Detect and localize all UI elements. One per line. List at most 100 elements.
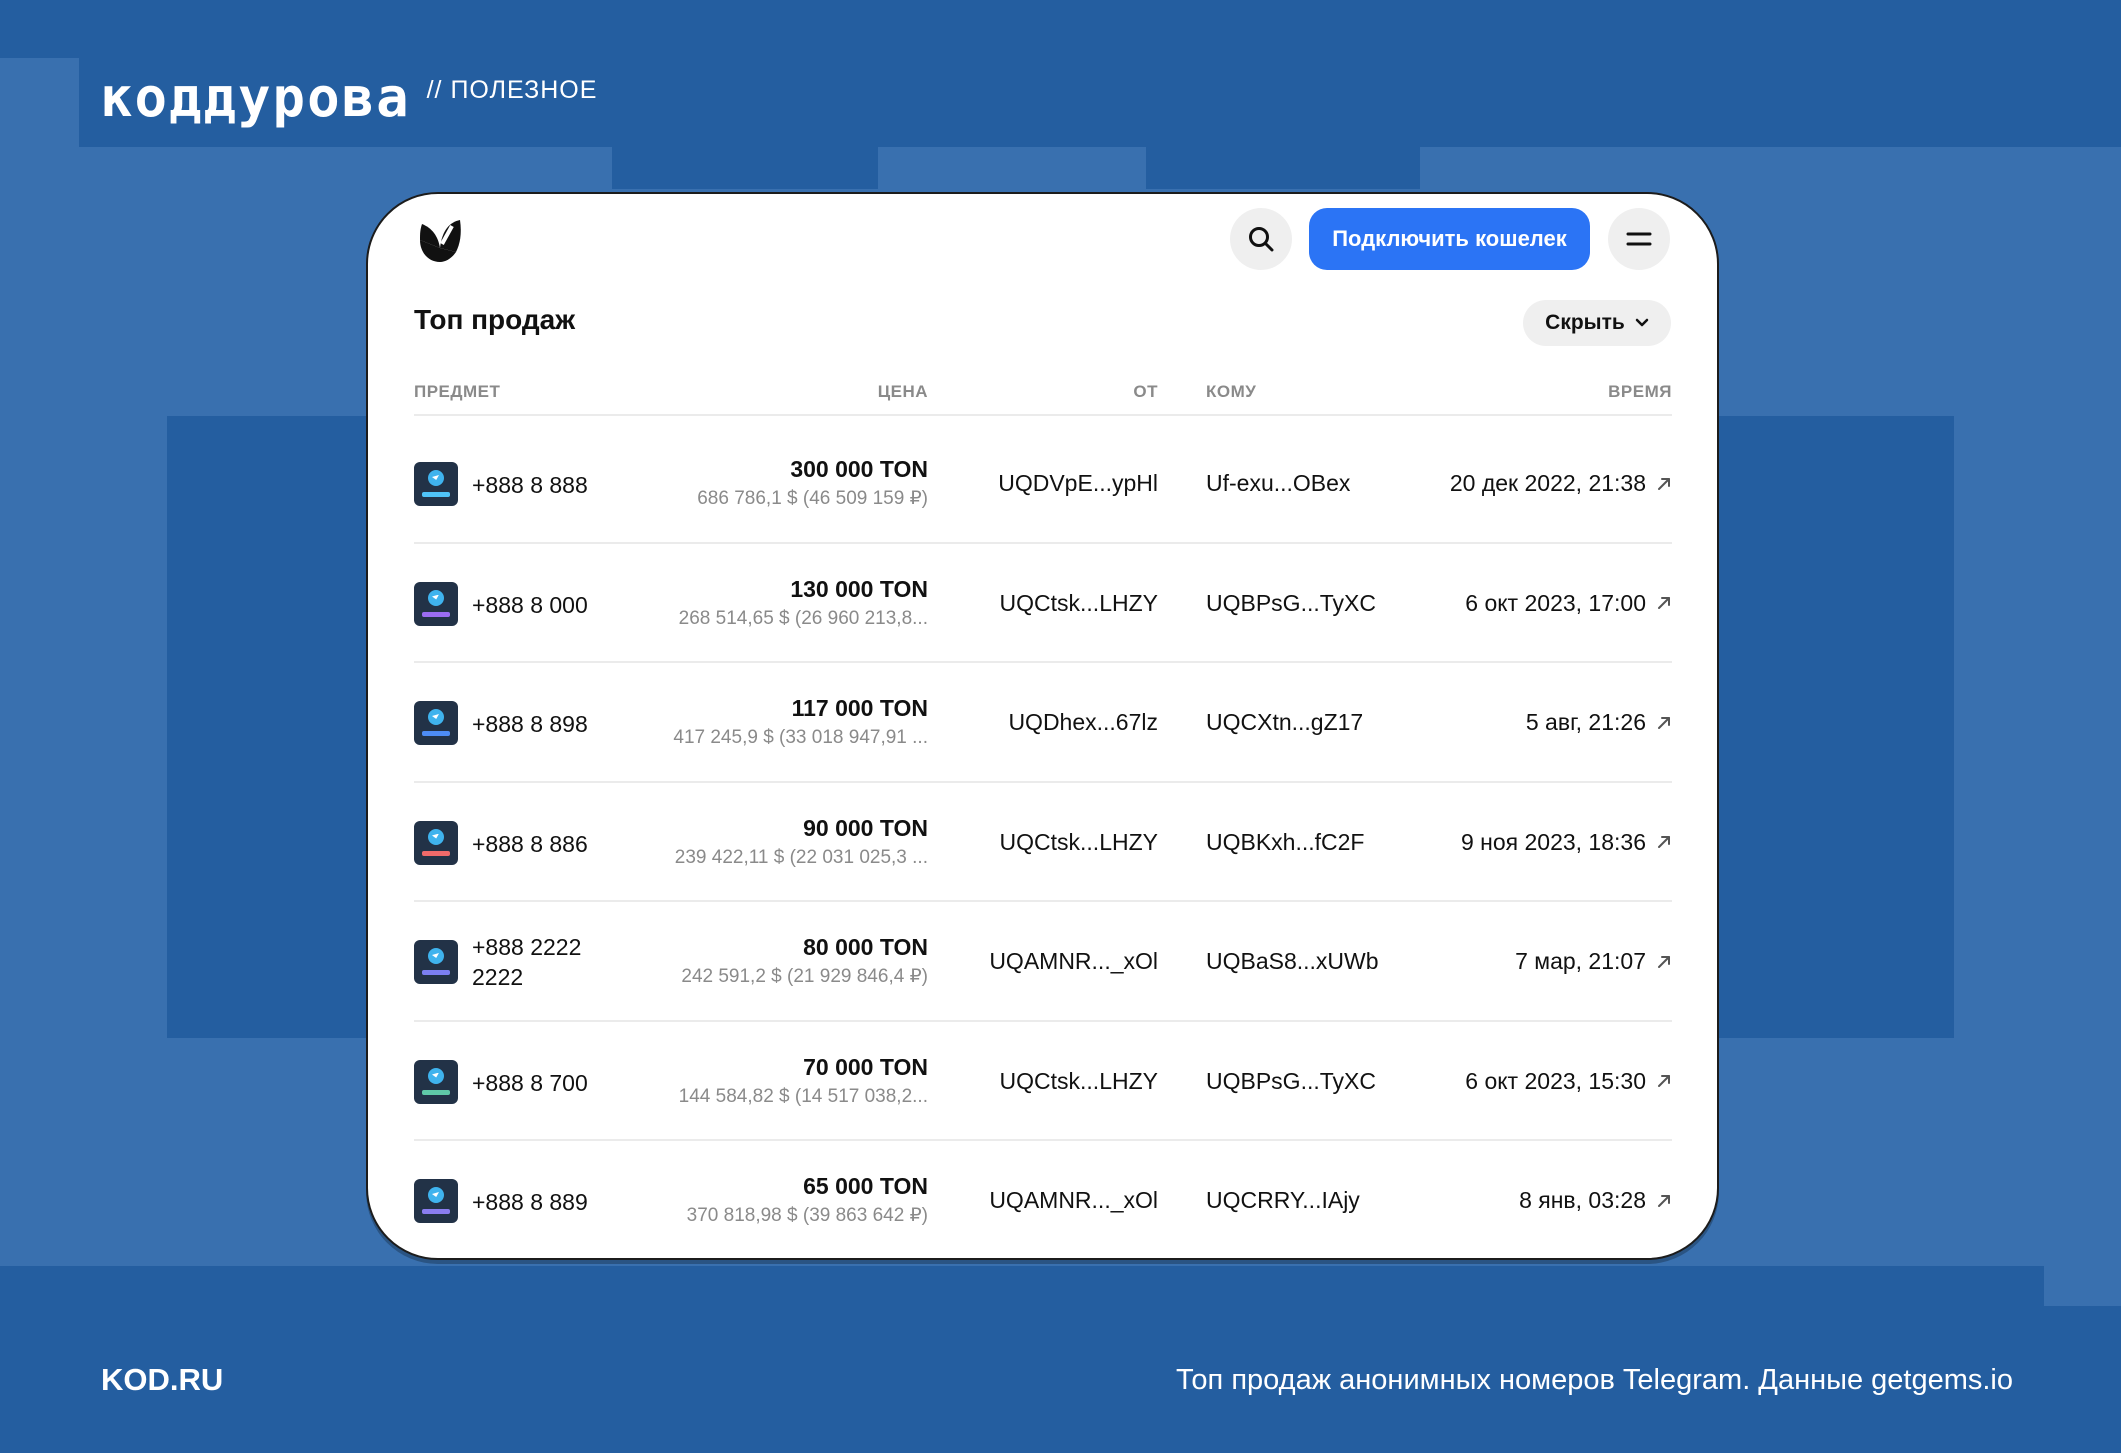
getgems-logo-icon[interactable] bbox=[412, 212, 468, 268]
bg-decoration bbox=[1954, 416, 2121, 1038]
telegram-logo-icon bbox=[428, 589, 444, 606]
time-cell[interactable]: 7 мар, 21:07 bbox=[1515, 948, 1672, 975]
price-cell: 80 000 TON 242 591,2 $ (21 929 846,4 ₽) bbox=[681, 932, 928, 992]
header-item[interactable]: ПРЕДМЕТ bbox=[414, 382, 500, 402]
telegram-logo-icon bbox=[428, 948, 444, 964]
price-cell: 117 000 TON 417 245,9 $ (33 018 947,91 .… bbox=[673, 693, 928, 753]
sale-time: 6 окт 2023, 15:30 bbox=[1465, 1067, 1646, 1094]
bg-decoration bbox=[700, 1266, 976, 1306]
bg-decoration bbox=[0, 147, 612, 189]
page-title: Топ продаж bbox=[414, 304, 576, 335]
to-address[interactable]: UQCRRY...IAjy bbox=[1206, 1187, 1360, 1214]
price-fiat: 144 584,82 $ (14 517 038,2... bbox=[678, 1085, 928, 1107]
table-row[interactable]: +888 8 889 65 000 TON 370 818,98 $ (39 8… bbox=[414, 1141, 1672, 1261]
number-plate bbox=[422, 492, 450, 497]
item-name[interactable]: +888 8 700 bbox=[472, 1068, 612, 1098]
menu-icon bbox=[1626, 232, 1652, 246]
item-name[interactable]: +888 8 000 bbox=[472, 590, 612, 620]
price-ton: 70 000 TON bbox=[803, 1053, 928, 1080]
to-address[interactable]: UQBaS8...xUWb bbox=[1206, 948, 1379, 975]
telegram-logo-icon bbox=[428, 470, 444, 486]
number-plate bbox=[422, 850, 450, 856]
search-button[interactable] bbox=[1230, 208, 1292, 270]
external-link-arrow-icon[interactable] bbox=[1656, 715, 1672, 731]
table-row[interactable]: +888 8 700 70 000 TON 144 584,82 $ (14 5… bbox=[414, 1022, 1672, 1141]
header-from[interactable]: ОТ bbox=[1133, 382, 1158, 402]
time-cell[interactable]: 20 дек 2022, 21:38 bbox=[1450, 470, 1672, 497]
to-address[interactable]: UQBPsG...TyXC bbox=[1206, 1068, 1376, 1095]
item-name[interactable]: +888 8 886 bbox=[472, 829, 612, 859]
price-cell: 90 000 TON 239 422,11 $ (22 031 025,3 ..… bbox=[675, 813, 928, 873]
connect-wallet-button[interactable]: Подключить кошелек bbox=[1309, 208, 1590, 270]
item-name[interactable]: +888 8 889 bbox=[472, 1187, 612, 1217]
number-plate bbox=[422, 1089, 450, 1095]
table-row[interactable]: +888 8 898 117 000 TON 417 245,9 $ (33 0… bbox=[414, 663, 1672, 783]
external-link-arrow-icon[interactable] bbox=[1656, 476, 1672, 492]
price-cell: 70 000 TON 144 584,82 $ (14 517 038,2... bbox=[679, 1052, 928, 1112]
time-cell[interactable]: 6 окт 2023, 17:00 bbox=[1465, 590, 1672, 617]
hide-button-label: Скрыть bbox=[1545, 311, 1625, 334]
header-time[interactable]: ВРЕМЯ bbox=[1608, 382, 1672, 402]
sales-table-body: +888 8 888 300 000 TON 686 786,1 $ (46 5… bbox=[414, 424, 1672, 1261]
table-row[interactable]: +888 8 886 90 000 TON 239 422,11 $ (22 0… bbox=[414, 783, 1672, 902]
price-fiat: 239 422,11 $ (22 031 025,3 ... bbox=[674, 846, 928, 868]
from-address[interactable]: UQAMNR..._xOl bbox=[989, 948, 1158, 975]
item-name[interactable]: +888 2222 2222 bbox=[472, 932, 612, 992]
price-fiat: 417 245,9 $ (33 018 947,91 ... bbox=[673, 727, 928, 748]
bg-decoration bbox=[0, 58, 79, 147]
header-to[interactable]: КОМУ bbox=[1206, 382, 1256, 402]
app-topbar: Подключить кошелек bbox=[368, 194, 1717, 304]
external-link-arrow-icon[interactable] bbox=[1656, 834, 1672, 850]
from-address[interactable]: UQDVpE...ypHl bbox=[998, 470, 1158, 497]
table-row[interactable]: +888 8 000 130 000 TON 268 514,65 $ (26 … bbox=[414, 544, 1672, 663]
price-cell: 130 000 TON 268 514,65 $ (26 960 213,8..… bbox=[679, 574, 928, 634]
footer-site: KOD.RU bbox=[101, 1362, 224, 1397]
telegram-number-icon bbox=[414, 820, 458, 865]
to-address[interactable]: UQCXtn...gZ17 bbox=[1206, 709, 1363, 736]
price-ton: 80 000 TON bbox=[803, 934, 928, 960]
time-cell[interactable]: 8 янв, 03:28 bbox=[1519, 1187, 1672, 1214]
telegram-number-icon bbox=[414, 462, 458, 506]
from-address[interactable]: UQAMNR..._xOl bbox=[989, 1187, 1158, 1214]
menu-button[interactable] bbox=[1608, 208, 1670, 270]
external-link-arrow-icon[interactable] bbox=[1656, 595, 1672, 611]
number-plate bbox=[422, 611, 450, 617]
hide-toggle-button[interactable]: Скрыть bbox=[1523, 300, 1671, 346]
table-row[interactable]: +888 8 888 300 000 TON 686 786,1 $ (46 5… bbox=[414, 424, 1672, 544]
brand-section-label: // ПОЛЕЗНОЕ bbox=[426, 76, 598, 104]
to-address[interactable]: UQBPsG...TyXC bbox=[1206, 590, 1376, 617]
price-ton: 65 000 TON bbox=[803, 1173, 928, 1199]
from-address[interactable]: UQDhex...67lz bbox=[1008, 709, 1158, 736]
external-link-arrow-icon[interactable] bbox=[1656, 954, 1672, 970]
telegram-number-icon bbox=[414, 940, 458, 984]
telegram-logo-icon bbox=[428, 709, 444, 725]
header-price[interactable]: ЦЕНА bbox=[878, 382, 928, 402]
to-address[interactable]: UQBKxh...fC2F bbox=[1206, 829, 1364, 856]
item-name[interactable]: +888 8 888 bbox=[472, 470, 612, 500]
price-fiat: 686 786,1 $ (46 509 159 ₽) bbox=[697, 488, 928, 509]
time-cell[interactable]: 5 авг, 21:26 bbox=[1526, 709, 1672, 736]
item-name[interactable]: +888 8 898 bbox=[472, 709, 612, 739]
sale-time: 9 ноя 2023, 18:36 bbox=[1460, 828, 1646, 855]
telegram-number-icon bbox=[414, 581, 458, 626]
search-icon bbox=[1249, 227, 1274, 252]
from-address[interactable]: UQCtsk...LHZY bbox=[1000, 829, 1158, 856]
table-row[interactable]: +888 2222 2222 80 000 TON 242 591,2 $ (2… bbox=[414, 902, 1672, 1022]
external-link-arrow-icon[interactable] bbox=[1656, 1193, 1672, 1209]
telegram-number-icon bbox=[414, 1179, 458, 1223]
price-fiat: 268 514,65 $ (26 960 213,8... bbox=[678, 607, 928, 629]
telegram-logo-icon bbox=[428, 1187, 444, 1203]
time-cell[interactable]: 9 ноя 2023, 18:36 bbox=[1461, 829, 1672, 856]
from-address[interactable]: UQCtsk...LHZY bbox=[1000, 590, 1158, 617]
from-address[interactable]: UQCtsk...LHZY bbox=[1000, 1068, 1158, 1095]
price-fiat: 370 818,98 $ (39 863 642 ₽) bbox=[686, 1205, 928, 1226]
sale-time: 7 мар, 21:07 bbox=[1515, 948, 1646, 974]
bg-decoration bbox=[0, 1266, 700, 1306]
external-link-arrow-icon[interactable] bbox=[1656, 1073, 1672, 1089]
time-cell[interactable]: 6 окт 2023, 15:30 bbox=[1465, 1068, 1672, 1095]
telegram-logo-icon bbox=[428, 828, 444, 845]
to-address[interactable]: Uf-exu...OBex bbox=[1206, 470, 1350, 497]
app-window: Подключить кошелек Топ продаж Скрыть ПРЕ… bbox=[366, 192, 1719, 1260]
table-header: ПРЕДМЕТ ЦЕНА ОТ КОМУ ВРЕМЯ bbox=[414, 376, 1672, 416]
price-ton: 117 000 TON bbox=[791, 695, 928, 721]
